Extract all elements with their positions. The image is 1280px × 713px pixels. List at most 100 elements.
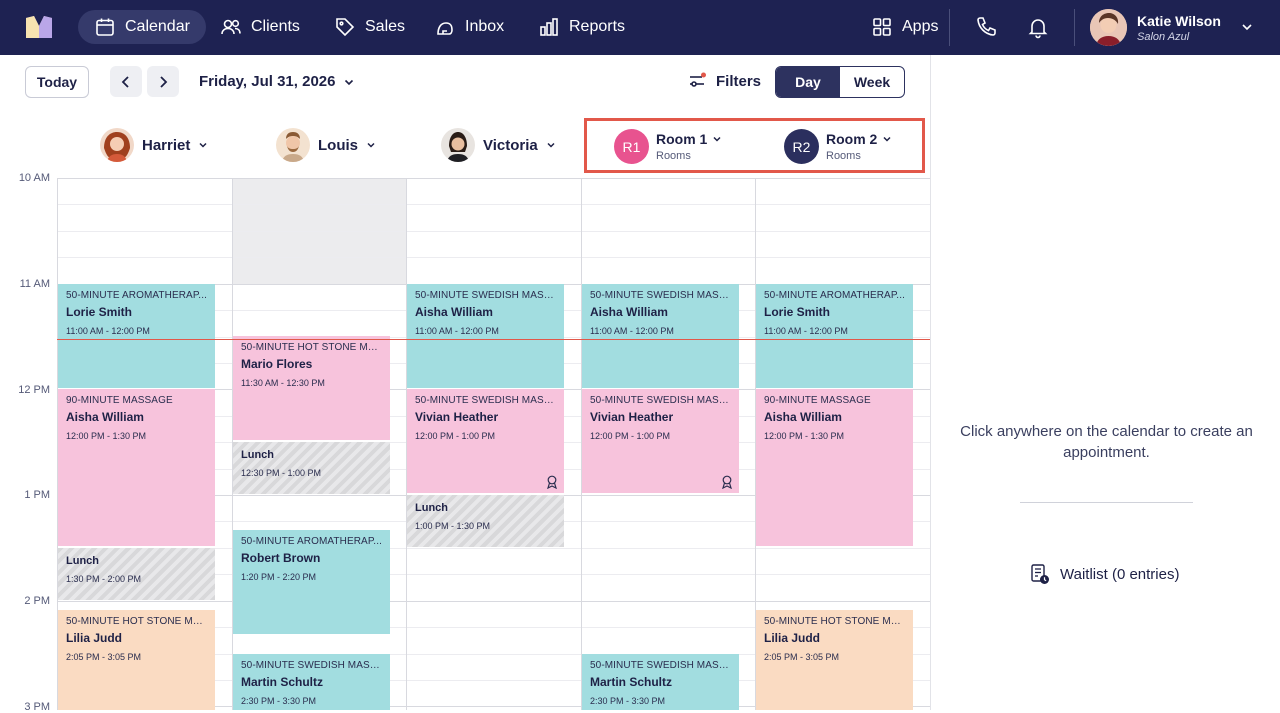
appointment-card[interactable]: 50-MINUTE AROMATHERAP... Lorie Smith 11:… (756, 284, 913, 388)
filters-button[interactable]: Filters (688, 72, 761, 90)
client-name: Martin Schultz (241, 675, 324, 689)
chevron-down-icon[interactable] (1240, 20, 1254, 34)
date-picker[interactable]: Friday, Jul 31, 2026 (199, 73, 355, 90)
appointment-card[interactable]: 50-MINUTE SWEDISH MASS... Martin Schultz… (233, 654, 390, 710)
chevron-left-icon (121, 75, 129, 88)
room-2[interactable]: R2 Room 2 Rooms (784, 129, 892, 164)
service-name: 50-MINUTE HOT STONE MAS... (241, 342, 383, 353)
appointment-card[interactable]: 50-MINUTE SWEDISH MASS... Martin Schultz… (582, 654, 739, 710)
phone-icon (977, 17, 996, 36)
salon-name: Salon Azul (1137, 30, 1190, 43)
prev-day-button[interactable] (110, 66, 142, 97)
appointment-card[interactable]: 50-MINUTE SWEDISH MASS... Vivian Heather… (407, 389, 564, 493)
next-day-button[interactable] (147, 66, 179, 97)
client-name: Lorie Smith (66, 305, 133, 319)
lunch-block[interactable]: Lunch 1:30 PM - 2:00 PM (58, 548, 215, 600)
appointment-card[interactable]: 50-MINUTE SWEDISH MASS... Vivian Heather… (582, 389, 739, 493)
client-name: Lilia Judd (764, 631, 821, 645)
service-name: 50-MINUTE HOT STONE MAS... (66, 616, 208, 627)
avatar (100, 128, 134, 162)
calendar-grid[interactable]: 50-MINUTE AROMATHERAP... Lorie Smith 11:… (57, 178, 930, 710)
service-name: 50-MINUTE SWEDISH MASS... (415, 395, 557, 406)
service-name: 50-MINUTE AROMATHERAP... (764, 290, 905, 301)
time-label: 12 PM (18, 384, 50, 396)
appointment-time: 2:30 PM - 3:30 PM (590, 696, 666, 706)
appointment-card[interactable]: 50-MINUTE HOT STONE MAS... Lilia Judd 2:… (58, 610, 215, 710)
appointment-card[interactable]: 50-MINUTE SWEDISH MASS... Aisha William … (407, 284, 564, 388)
service-name: 50-MINUTE SWEDISH MASS... (241, 660, 383, 671)
appointment-card[interactable]: 50-MINUTE AROMATHERAP... Robert Brown 1:… (233, 530, 390, 634)
grid-line (57, 257, 930, 258)
day-view-button[interactable]: Day (776, 67, 840, 97)
nav-clients[interactable]: Clients (204, 10, 316, 44)
service-name: 50-MINUTE SWEDISH MASS... (590, 290, 732, 301)
room-badge: R1 (614, 129, 649, 164)
room-1[interactable]: R1 Room 1 Rooms (614, 129, 722, 164)
nav-inbox[interactable]: Inbox (418, 10, 520, 44)
client-name: Aisha William (590, 305, 668, 319)
notifications-button[interactable] (1026, 15, 1050, 39)
phone-button[interactable] (974, 15, 998, 39)
nav-sales-label: Sales (365, 18, 406, 35)
time-label: 1 PM (24, 489, 50, 501)
chevron-down-icon (199, 142, 207, 148)
nav-divider (1074, 9, 1075, 46)
logo-icon[interactable] (24, 14, 54, 40)
client-name: Robert Brown (241, 551, 321, 565)
service-name: 90-MINUTE MASSAGE (66, 395, 173, 406)
inbox-icon (437, 22, 453, 35)
service-name: 50-MINUTE HOT STONE MAS... (764, 616, 906, 627)
service-name: 50-MINUTE AROMATHERAP... (241, 536, 382, 547)
appointment-card[interactable]: 50-MINUTE AROMATHERAP... Lorie Smith 11:… (58, 284, 215, 388)
appointment-card[interactable]: 90-MINUTE MASSAGE Aisha William 12:00 PM… (756, 389, 913, 546)
tag-icon (336, 18, 355, 37)
nav-apps[interactable]: Apps (855, 10, 954, 44)
nav-divider (949, 9, 950, 46)
time-label: 3 PM (24, 701, 50, 713)
client-name: Martin Schultz (590, 675, 673, 689)
nav-apps-label: Apps (902, 18, 939, 35)
staff-louis[interactable]: Louis (276, 128, 376, 162)
room-name: Room 2 (826, 131, 878, 147)
block-time: 1:30 PM - 2:00 PM (66, 574, 142, 584)
waitlist-link[interactable]: Waitlist (0 entries) (1030, 563, 1179, 585)
appointment-card[interactable]: 50-MINUTE SWEDISH MASS... Aisha William … (582, 284, 739, 388)
client-name: Vivian Heather (415, 410, 499, 424)
chevron-down-icon (367, 142, 375, 148)
appointment-card[interactable]: 90-MINUTE MASSAGE Aisha William 12:00 PM… (58, 389, 215, 546)
lunch-block[interactable]: Lunch 12:30 PM - 1:00 PM (233, 442, 390, 494)
service-name: 50-MINUTE AROMATHERAP... (66, 290, 207, 301)
time-label: 2 PM (24, 595, 50, 607)
nav-reports[interactable]: Reports (522, 10, 641, 44)
service-name: 90-MINUTE MASSAGE (764, 395, 871, 406)
filters-label: Filters (716, 72, 762, 90)
user-menu[interactable]: Katie Wilson Salon Azul (1090, 9, 1221, 46)
avatar (276, 128, 310, 162)
staff-harriet[interactable]: Harriet (100, 128, 208, 162)
nav-calendar[interactable]: Calendar (78, 10, 206, 44)
panel-divider (930, 55, 931, 710)
appointment-time: 2:05 PM - 3:05 PM (66, 652, 142, 662)
room-type: Rooms (656, 150, 691, 162)
avatar (1090, 9, 1127, 46)
appointment-time: 12:00 PM - 1:30 PM (66, 431, 147, 441)
appointment-card[interactable]: 50-MINUTE HOT STONE MAS... Mario Flores … (233, 336, 390, 440)
appointment-time: 12:00 PM - 1:00 PM (415, 431, 496, 441)
divider (1020, 502, 1193, 503)
appointment-card[interactable]: 50-MINUTE HOT STONE MAS... Lilia Judd 2:… (756, 610, 913, 710)
staff-victoria[interactable]: Victoria (441, 128, 556, 162)
lunch-block[interactable]: Lunch 1:00 PM - 1:30 PM (407, 495, 564, 547)
staff-name: Victoria (483, 136, 538, 154)
block-label: Lunch (415, 502, 448, 514)
week-view-button[interactable]: Week (840, 67, 904, 97)
grid-line (57, 178, 930, 179)
appointment-time: 12:00 PM - 1:30 PM (764, 431, 845, 441)
client-name: Mario Flores (241, 357, 313, 371)
block-time: 1:00 PM - 1:30 PM (415, 521, 491, 531)
chevron-down-icon (713, 136, 721, 142)
empty-state-hint: Click anywhere on the calendar to create… (960, 423, 1253, 461)
waitlist-icon (1031, 564, 1049, 584)
time-label: 11 AM (19, 278, 50, 290)
today-button[interactable]: Today (25, 66, 89, 98)
nav-sales[interactable]: Sales (318, 10, 421, 44)
